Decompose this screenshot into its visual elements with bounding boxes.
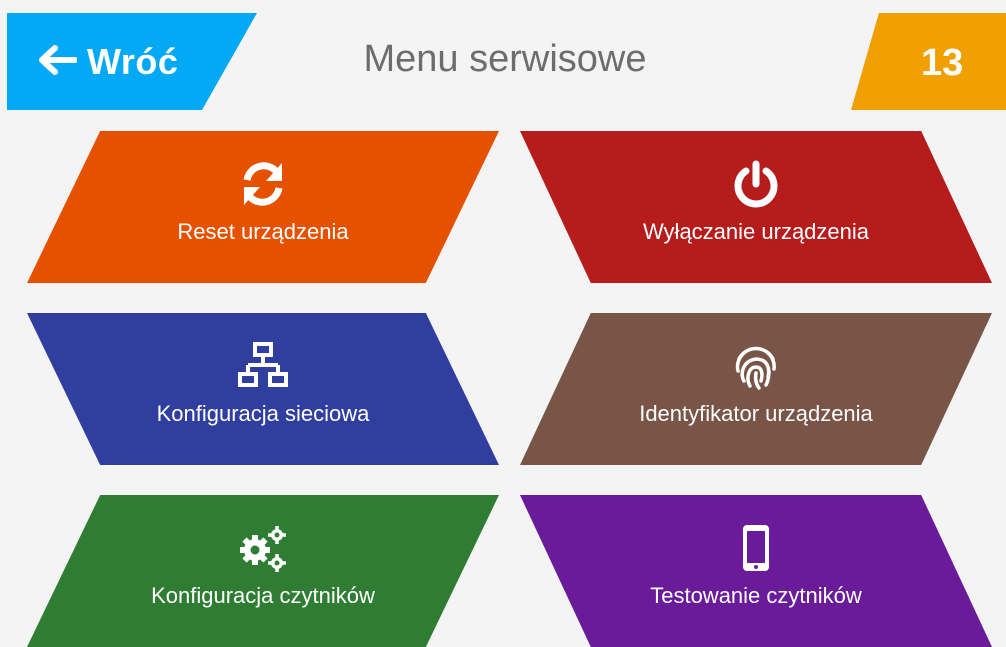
- tile-label: Wyłączanie urządzenia: [642, 219, 870, 244]
- gears-icon: [238, 523, 288, 573]
- arrow-left-icon: [39, 44, 78, 80]
- top-bar: Wróć Menu serwisowe 13: [0, 0, 1006, 110]
- network-config-button[interactable]: Konfiguracja sieciowa: [27, 313, 499, 465]
- back-button-label: Wróć: [87, 41, 179, 82]
- reader-config-button[interactable]: Konfiguracja czytników: [27, 495, 499, 647]
- network-icon: [238, 341, 288, 391]
- reset-device-button[interactable]: Reset urządzenia: [27, 131, 499, 283]
- counter-value: 13: [921, 42, 964, 84]
- back-button[interactable]: Wróć: [7, 13, 257, 110]
- page-title: Menu serwisowe: [363, 38, 647, 80]
- tile-label: Konfiguracja sieciowa: [156, 401, 370, 426]
- tile-label: Testowanie czytników: [650, 583, 862, 608]
- tile-label: Konfiguracja czytników: [151, 583, 375, 608]
- refresh-icon: [238, 159, 288, 209]
- fingerprint-icon: [731, 341, 781, 391]
- counter-badge: 13: [851, 13, 1006, 110]
- shutdown-device-button[interactable]: Wyłączanie urządzenia: [520, 131, 992, 283]
- back-button-content[interactable]: Wróć: [39, 39, 178, 85]
- reader-test-button[interactable]: Testowanie czytników: [520, 495, 992, 647]
- tile-label: Identyfikator urządzenia: [639, 401, 873, 426]
- mobile-phone-icon: [731, 523, 781, 573]
- device-identifier-button[interactable]: Identyfikator urządzenia: [520, 313, 992, 465]
- tile-label: Reset urządzenia: [177, 219, 349, 244]
- power-icon: [731, 159, 781, 209]
